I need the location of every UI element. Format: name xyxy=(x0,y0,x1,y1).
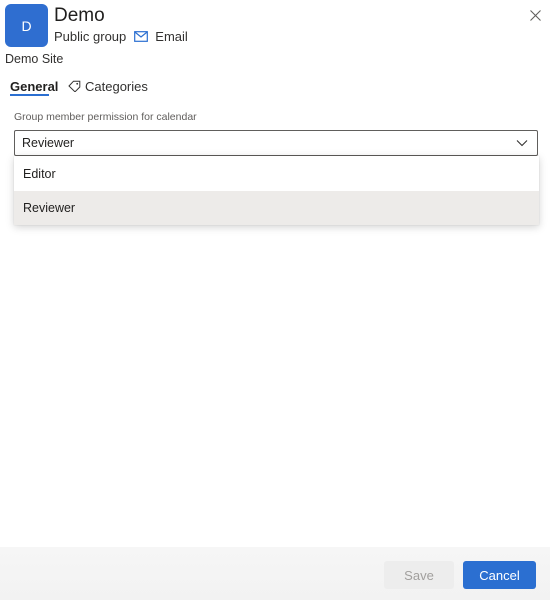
permission-field-label: Group member permission for calendar xyxy=(14,111,197,123)
avatar-letter: D xyxy=(21,17,32,34)
tab-categories-label: Categories xyxy=(85,78,148,94)
option-reviewer-label: Reviewer xyxy=(23,201,76,215)
email-label: Email xyxy=(155,28,188,44)
tag-icon xyxy=(68,80,81,92)
save-button[interactable]: Save xyxy=(384,561,454,589)
group-settings-panel: D Demo Public group Email Demo Site Gene… xyxy=(0,0,550,600)
option-editor[interactable]: Editor xyxy=(14,157,539,191)
cancel-button[interactable]: Cancel xyxy=(463,561,536,589)
close-icon xyxy=(529,9,541,21)
tab-selected-indicator xyxy=(10,94,49,96)
mail-icon xyxy=(134,30,149,42)
tab-categories[interactable]: Categories xyxy=(68,74,148,98)
close-button[interactable] xyxy=(526,6,544,24)
group-title: Demo xyxy=(54,5,105,26)
group-meta: Public group Email xyxy=(54,27,188,45)
permission-options-menu: Editor Reviewer xyxy=(14,156,539,225)
email-link[interactable]: Email xyxy=(134,29,188,44)
option-editor-label: Editor xyxy=(23,167,56,181)
site-name: Demo Site xyxy=(5,52,64,66)
group-avatar: D xyxy=(5,4,48,47)
option-reviewer[interactable]: Reviewer xyxy=(14,191,539,225)
permission-dropdown[interactable]: Reviewer xyxy=(14,130,538,156)
chevron-down-icon xyxy=(516,140,528,147)
tab-general-label: General xyxy=(10,78,59,94)
group-type-label: Public group xyxy=(54,28,127,44)
permission-selected-value: Reviewer xyxy=(22,136,75,150)
